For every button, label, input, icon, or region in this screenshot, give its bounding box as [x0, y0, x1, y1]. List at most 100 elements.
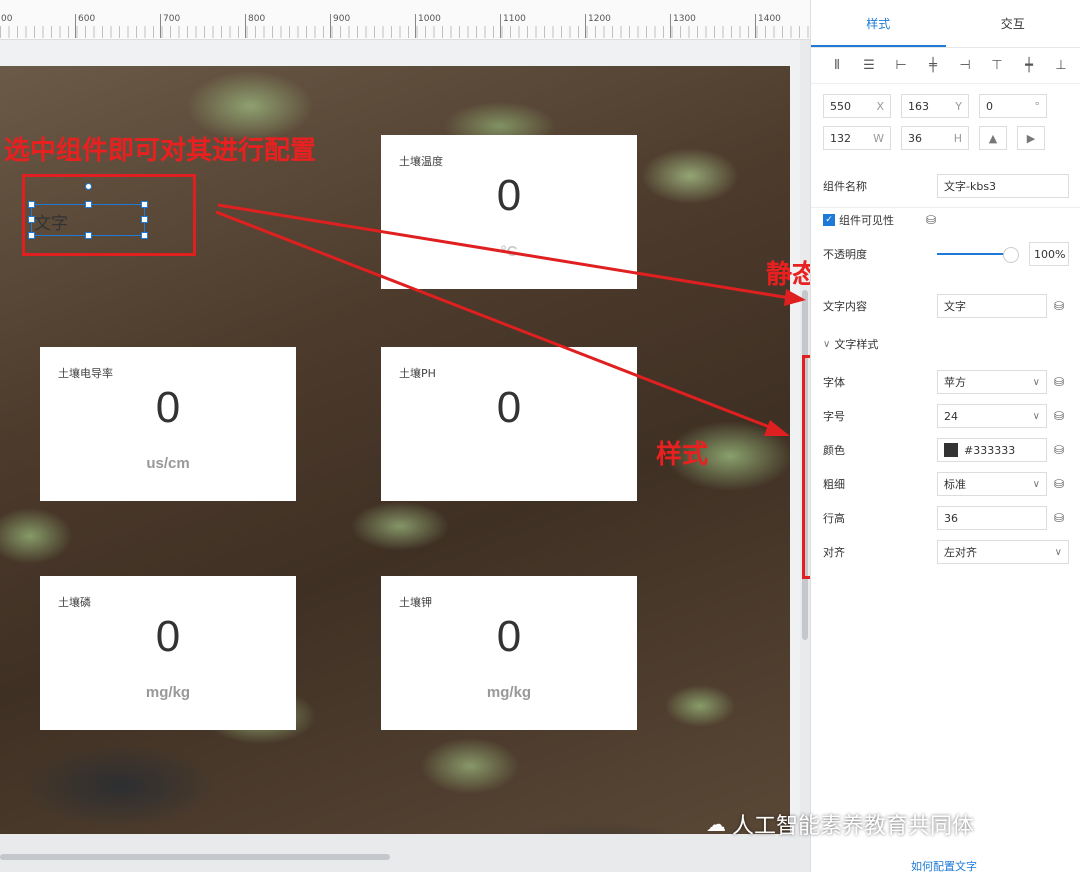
text-content-row: 文字内容 文字 ⛁: [823, 294, 1070, 318]
ruler-label: 1100: [500, 14, 526, 38]
font-select[interactable]: 苹方 ∨: [937, 370, 1047, 394]
annotation-select: 选中组件即可对其进行配置: [4, 136, 317, 166]
align-bottom-icon[interactable]: ⊥: [1047, 54, 1075, 78]
text-style-header[interactable]: ∨ 文字样式: [823, 332, 1070, 356]
text-content-label: 文字内容: [823, 300, 867, 313]
card-unit: mg/kg: [486, 684, 532, 701]
chevron-down-icon: ∨: [1032, 410, 1040, 422]
opacity-row: 不透明度 100%: [823, 242, 1070, 266]
y-label: Y: [955, 99, 962, 113]
align-right-icon[interactable]: ⊣: [951, 54, 979, 78]
watermark: ☁ 人工智能素养教育共同体: [706, 808, 974, 840]
align-middle-vertical-icon[interactable]: ┿: [1015, 54, 1043, 78]
soil-potassium-card[interactable]: 土壤钾 0 mg/kg: [381, 576, 637, 730]
card-value: 0: [496, 171, 522, 220]
tab-style[interactable]: 样式: [811, 0, 946, 47]
database-icon[interactable]: ⛁: [921, 210, 941, 230]
soil-ph-card[interactable]: 土壤PH 0: [381, 347, 637, 501]
database-icon[interactable]: ⛁: [1049, 474, 1069, 494]
database-icon[interactable]: ⛁: [1049, 296, 1069, 316]
opacity-slider[interactable]: [937, 247, 1019, 263]
chevron-down-icon: ∨: [1032, 478, 1040, 490]
component-name-label: 组件名称: [823, 180, 867, 193]
color-value: #333333: [964, 443, 1016, 457]
visibility-checkbox[interactable]: ✓: [823, 214, 835, 226]
soil-temperature-card[interactable]: 土壤温度 0 °C: [381, 135, 637, 289]
text-style-label: 文字样式: [834, 338, 879, 351]
distribute-horizontal-icon[interactable]: ⫴: [823, 54, 851, 78]
weight-label: 粗细: [823, 478, 845, 491]
line-height-row: 行高 36 ⛁: [823, 506, 1070, 530]
visibility-label: 组件可见性: [839, 214, 894, 227]
horizontal-scrollbar[interactable]: [0, 834, 810, 872]
card-title: 土壤温度: [399, 155, 443, 168]
weight-select[interactable]: 标准 ∨: [937, 472, 1047, 496]
align-left-icon[interactable]: ⊢: [887, 54, 915, 78]
chevron-down-icon: ∨: [823, 338, 831, 350]
ruler-label: 800: [245, 14, 265, 38]
align-center-horizontal-icon[interactable]: ╪: [919, 54, 947, 78]
y-field[interactable]: 163 Y: [901, 94, 969, 118]
font-row: 字体 苹方 ∨ ⛁: [823, 370, 1070, 394]
rotation-field[interactable]: 0 °: [979, 94, 1047, 118]
watermark-text: 人工智能素养教育共同体: [732, 814, 975, 839]
align-top-icon[interactable]: ⊤: [983, 54, 1011, 78]
height-value: 36: [908, 131, 922, 145]
card-value: 0: [155, 612, 181, 661]
weight-row: 粗细 标准 ∨ ⛁: [823, 472, 1070, 496]
ruler-label: 1200: [585, 14, 611, 38]
ruler-label: 00: [0, 14, 12, 38]
w-label: W: [873, 131, 884, 145]
soil-conductivity-card[interactable]: 土壤电导率 0 us/cm: [40, 347, 296, 501]
annotation-box-widget: [22, 174, 196, 256]
help-link[interactable]: 如何配置文字: [911, 858, 977, 872]
line-height-input[interactable]: 36: [937, 506, 1047, 530]
x-field[interactable]: 550 X: [823, 94, 891, 118]
font-label: 字体: [823, 376, 845, 389]
width-value: 132: [830, 131, 851, 145]
component-name-input[interactable]: 文字-kbs3: [937, 174, 1069, 198]
ruler-label: 1400: [755, 14, 781, 38]
scroll-thumb[interactable]: [0, 854, 390, 860]
flip-vertical-icon[interactable]: ▲: [979, 126, 1007, 150]
ruler-label: 900: [330, 14, 350, 38]
database-icon[interactable]: ⛁: [1049, 508, 1069, 528]
weight-value: 标准: [944, 478, 966, 491]
color-swatch: [944, 443, 958, 457]
chevron-down-icon: ∨: [1054, 546, 1062, 558]
database-icon[interactable]: ⛁: [1049, 372, 1069, 392]
color-label: 颜色: [823, 444, 845, 457]
card-title: 土壤电导率: [58, 367, 113, 380]
width-field[interactable]: 132 W: [823, 126, 891, 150]
card-value: 0: [155, 383, 181, 432]
degree-label: °: [1034, 99, 1041, 113]
align-select[interactable]: 左对齐 ∨: [937, 540, 1069, 564]
card-title: 土壤钾: [399, 596, 432, 609]
tab-interaction[interactable]: 交互: [946, 0, 1080, 47]
horizontal-ruler: 00 600 700 800 900 1000 1100 1200 1300 1…: [0, 0, 810, 40]
card-title: 土壤磷: [58, 596, 91, 609]
align-row: 对齐 左对齐 ∨: [823, 540, 1070, 564]
opacity-input[interactable]: 100%: [1029, 242, 1069, 266]
annotation-style: 样式: [656, 440, 709, 470]
height-field[interactable]: 36 H: [901, 126, 969, 150]
font-value: 苹方: [944, 376, 966, 389]
size-label: 字号: [823, 410, 845, 423]
database-icon[interactable]: ⛁: [1049, 406, 1069, 426]
database-icon[interactable]: ⛁: [1049, 440, 1069, 460]
card-title: 土壤PH: [399, 367, 436, 380]
opacity-label: 不透明度: [823, 248, 867, 261]
ruler-label: 1300: [670, 14, 696, 38]
text-content-input[interactable]: 文字: [937, 294, 1047, 318]
size-select[interactable]: 24 ∨: [937, 404, 1047, 428]
ruler-label: 1000: [415, 14, 441, 38]
visibility-row: ✓ 组件可见性 ⛁: [823, 208, 1070, 232]
card-value: 0: [496, 612, 522, 661]
card-unit: °C: [500, 243, 518, 260]
align-value: 左对齐: [944, 546, 977, 559]
soil-phosphorus-card[interactable]: 土壤磷 0 mg/kg: [40, 576, 296, 730]
color-picker[interactable]: #333333: [937, 438, 1047, 462]
wechat-icon: ☁: [706, 812, 726, 836]
distribute-vertical-icon[interactable]: ☰: [855, 54, 883, 78]
flip-horizontal-icon[interactable]: ▶: [1017, 126, 1045, 150]
